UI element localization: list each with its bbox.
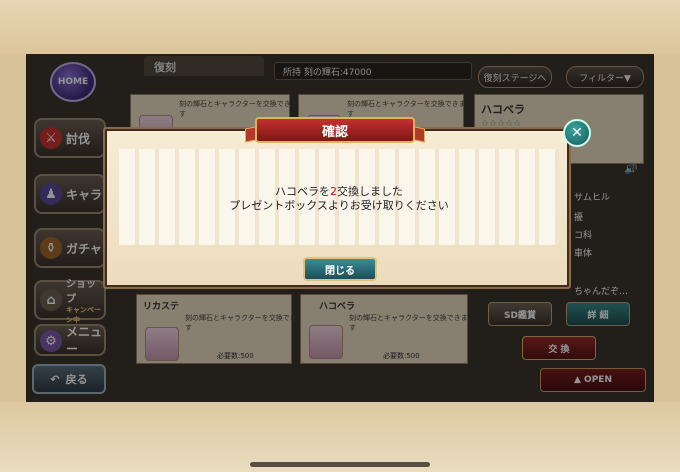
- frame-top: [0, 0, 680, 54]
- frame-right: [654, 54, 680, 402]
- frame-left: [0, 54, 26, 402]
- confirm-dialog: 確認 ✕ ハコベラを2交換しました プレゼントボックスよりお受け取りください 閉…: [103, 117, 591, 289]
- exchange-count: 2: [330, 185, 337, 198]
- outer-frame: HOME ⚔ 討伐 ♟ キャラ ⚱ ガチャ ⌂ ショップ キャンペーン中 ⚙ メ…: [0, 0, 680, 472]
- dialog-body: ハコベラを2交換しました プレゼントボックスよりお受け取りください: [119, 149, 559, 245]
- message-line2: プレゼントボックスよりお受け取りください: [229, 199, 449, 212]
- dialog-title: 確認: [255, 117, 415, 143]
- home-indicator: [250, 462, 430, 467]
- dialog-message: ハコベラを2交換しました プレゼントボックスよりお受け取りください: [119, 185, 559, 213]
- message-prefix: ハコベラを: [275, 185, 330, 198]
- close-icon[interactable]: ✕: [563, 119, 591, 147]
- close-button[interactable]: 閉じる: [303, 257, 377, 281]
- message-suffix: 交換しました: [337, 185, 403, 198]
